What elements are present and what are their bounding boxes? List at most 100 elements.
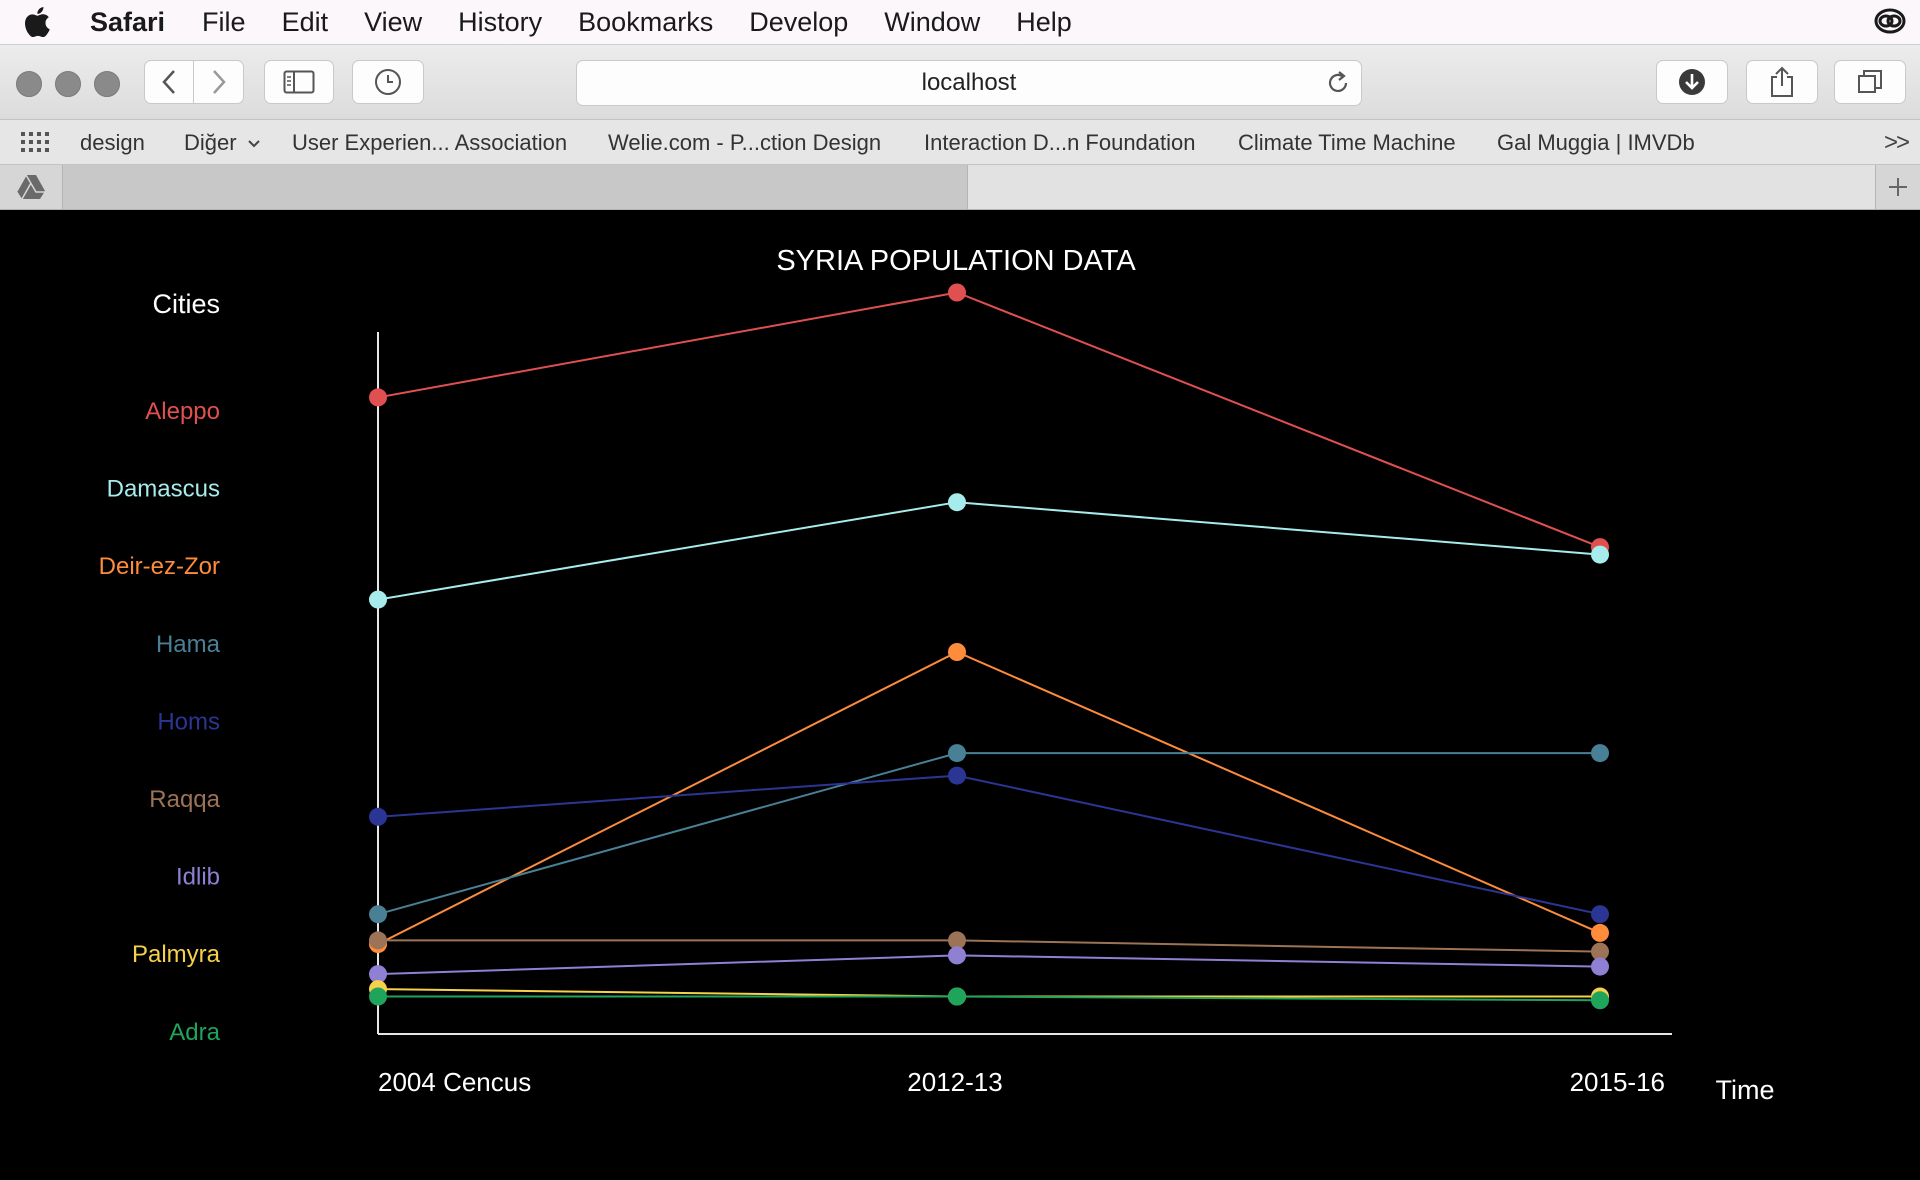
creative-cloud-icon[interactable]	[1874, 7, 1906, 42]
app-name-menu[interactable]: Safari	[90, 7, 165, 38]
data-point-deir-ez-zor-2015-16[interactable]	[1591, 923, 1609, 942]
menu-bar: Safari File Edit View History Bookmarks …	[0, 0, 1920, 45]
menu-edit[interactable]: Edit	[282, 7, 329, 38]
series-line-idlib	[377, 954, 1601, 976]
x-tick-labels: 2004 Cencus 2012-13 2015-16	[378, 1067, 1665, 1097]
apple-icon	[25, 7, 50, 37]
sidebar-icon	[283, 70, 315, 94]
navigation-buttons	[144, 60, 244, 104]
data-point-adra-2004-cencus[interactable]	[369, 987, 387, 1006]
x-axis-label: Time	[1716, 1075, 1775, 1105]
chevron-right-icon	[212, 70, 226, 94]
menu-view[interactable]: View	[364, 7, 422, 38]
x-tick-label-2012-13: 2012-13	[907, 1067, 1002, 1097]
downloads-button[interactable]	[1656, 60, 1728, 104]
back-button[interactable]	[144, 60, 194, 104]
data-point-homs-2004-cencus[interactable]	[369, 807, 387, 826]
data-point-hama-2015-16[interactable]	[1591, 744, 1609, 763]
plus-icon	[1889, 178, 1907, 196]
menu-file[interactable]: File	[202, 7, 246, 38]
url-text: localhost	[921, 69, 1017, 96]
population-chart: SYRIA POPULATION DATA Cities Time Aleppo…	[99, 245, 1775, 1105]
data-point-adra-2012-13[interactable]	[948, 987, 966, 1006]
page-content: SYRIA POPULATION DATA Cities Time Aleppo…	[0, 210, 1920, 1180]
chevron-left-icon	[162, 70, 175, 94]
legend-title: Cities	[152, 289, 220, 319]
data-point-damascus-2004-cencus[interactable]	[369, 590, 387, 609]
data-point-deir-ez-zor-2012-13[interactable]	[948, 643, 966, 661]
series-line-damascus	[377, 501, 1601, 601]
series-lines	[377, 291, 1601, 1002]
legend-item-palmyra: Palmyra	[132, 941, 221, 968]
legend: Aleppo Damascus Deir-ez-Zor Hama Homs Raqqa Id…	[99, 398, 221, 1046]
tabs-icon	[1858, 70, 1882, 93]
legend-item-damascus: Damascus	[107, 476, 220, 503]
data-point-aleppo-2012-13[interactable]	[948, 283, 966, 302]
legend-item-adra: Adra	[169, 1019, 220, 1046]
tab-bar	[0, 165, 1920, 210]
series-line-hama	[377, 752, 1600, 916]
menu-help[interactable]: Help	[1016, 7, 1072, 38]
menu-window[interactable]: Window	[884, 7, 980, 38]
series-line-homs	[377, 774, 1601, 916]
x-tick-label-2004-cencus: 2004 Cencus	[378, 1067, 531, 1097]
forward-button[interactable]	[194, 60, 244, 104]
menu-history[interactable]: History	[458, 7, 542, 38]
address-bar[interactable]: localhost	[576, 60, 1362, 106]
menu-bookmarks[interactable]: Bookmarks	[578, 7, 713, 38]
legend-item-deir-ez-zor: Deir-ez-Zor	[99, 553, 220, 580]
data-point-damascus-2015-16[interactable]	[1591, 545, 1609, 564]
bookmark-welie[interactable]: Welie.com - P...ction Design	[608, 130, 881, 156]
new-tab-button[interactable]	[1875, 165, 1920, 209]
browser-toolbar: localhost	[0, 45, 1920, 120]
legend-item-idlib: Idlib	[176, 864, 220, 891]
data-point-adra-2015-16[interactable]	[1591, 991, 1609, 1010]
tabs-overview-button[interactable]	[1834, 60, 1906, 104]
data-point-idlib-2015-16[interactable]	[1591, 957, 1609, 976]
data-point-hama-2004-cencus[interactable]	[369, 905, 387, 924]
tab-other[interactable]	[968, 165, 1875, 209]
chevron-down-icon	[247, 140, 260, 148]
chart-title: SYRIA POPULATION DATA	[776, 245, 1136, 277]
bookmark-climate-time-machine[interactable]: Climate Time Machine	[1238, 130, 1456, 156]
series-line-aleppo	[377, 291, 1601, 549]
series-line-palmyra	[377, 988, 1600, 998]
history-button[interactable]	[352, 60, 424, 104]
share-icon	[1771, 66, 1793, 97]
data-point-hama-2012-13[interactable]	[948, 744, 966, 763]
bookmark-folder-label: Diğer	[184, 130, 237, 155]
bookmark-interaction-design-foundation[interactable]: Interaction D...n Foundation	[924, 130, 1196, 156]
apple-menu[interactable]	[0, 7, 74, 37]
download-icon	[1679, 69, 1705, 95]
more-bookmarks-button[interactable]: >>	[1884, 129, 1910, 157]
grid-icon[interactable]	[20, 131, 50, 159]
bookmark-imvdb[interactable]: Gal Muggia | IMVDb	[1497, 130, 1695, 156]
data-point-homs-2015-16[interactable]	[1591, 905, 1609, 924]
bookmark-design[interactable]: design	[80, 130, 145, 156]
pinned-tab-drive[interactable]	[0, 165, 63, 209]
series-line-raqqa	[378, 939, 1601, 953]
google-drive-icon	[16, 174, 45, 200]
clock-icon	[375, 69, 401, 95]
close-window-button[interactable]	[16, 71, 42, 97]
menu-develop[interactable]: Develop	[749, 7, 848, 38]
series-points	[369, 283, 1609, 1010]
zoom-window-button[interactable]	[94, 71, 120, 97]
minimize-window-button[interactable]	[55, 71, 81, 97]
share-button[interactable]	[1746, 60, 1818, 104]
sidebar-button[interactable]	[264, 60, 334, 104]
tab-localhost[interactable]	[63, 165, 968, 209]
data-point-aleppo-2004-cencus[interactable]	[369, 388, 387, 407]
data-point-idlib-2012-13[interactable]	[948, 946, 966, 965]
data-point-raqqa-2004-cencus[interactable]	[369, 931, 387, 950]
data-point-damascus-2012-13[interactable]	[948, 493, 966, 512]
bookmark-uxpa[interactable]: User Experien... Association	[292, 130, 567, 156]
bookmark-folder-diger[interactable]: Diğer	[184, 130, 261, 156]
reload-icon[interactable]	[1325, 70, 1351, 103]
legend-item-hama: Hama	[156, 631, 221, 658]
series-line-deir-ez-zor	[377, 650, 1601, 945]
data-point-homs-2012-13[interactable]	[948, 766, 966, 785]
bookmarks-bar: design Diğer User Experien... Associatio…	[0, 120, 1920, 165]
legend-item-aleppo: Aleppo	[145, 398, 220, 425]
x-tick-label-2015-16: 2015-16	[1570, 1067, 1665, 1097]
